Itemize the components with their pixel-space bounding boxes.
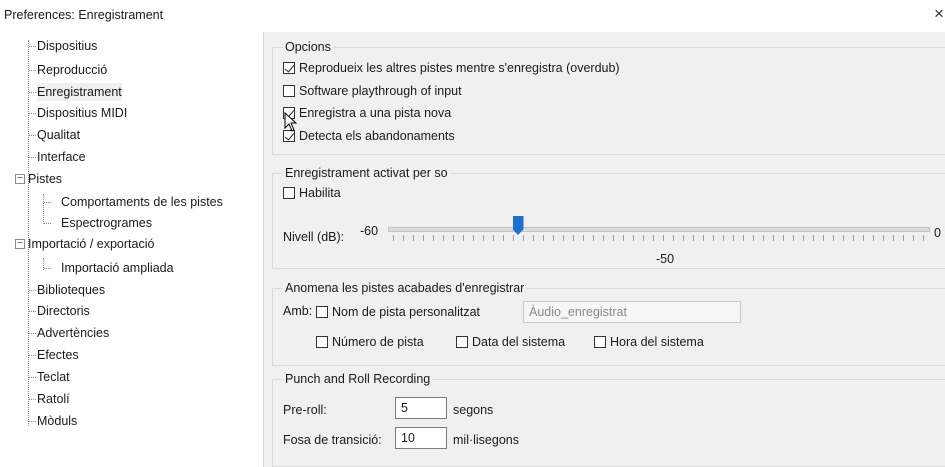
window-title: Preferences: Enregistrament xyxy=(4,8,164,22)
tree-item-ratoli[interactable]: Ratolí xyxy=(37,390,70,408)
tree-item-moduls[interactable]: Mòduls xyxy=(37,412,77,430)
track-number-label: Número de pista xyxy=(332,335,424,349)
system-time-option[interactable]: Hora del sistema xyxy=(594,335,704,349)
tree-item-pistes[interactable]: Pistes xyxy=(28,170,62,188)
tree-item-dispositius[interactable]: Dispositius xyxy=(37,37,97,55)
dropouts-label: Detecta els abandonaments xyxy=(299,129,455,143)
track-number-checkbox[interactable] xyxy=(316,336,328,348)
tree-item-directoris[interactable]: Directoris xyxy=(37,302,90,320)
collapse-icon[interactable]: − xyxy=(15,174,25,184)
naming-group: Anomena les pistes acabades d'enregistra… xyxy=(272,281,945,366)
sound-activated-title: Enregistrament activat per so xyxy=(283,166,450,180)
playthrough-checkbox[interactable] xyxy=(283,85,295,97)
mouse-pointer-icon xyxy=(284,112,298,132)
crossfade-label: Fosa de transició: xyxy=(283,433,382,447)
new-track-label: Enregistra a una pista nova xyxy=(299,106,452,120)
options-group-title: Opcions xyxy=(283,40,333,54)
level-slider-track[interactable] xyxy=(388,227,930,232)
system-date-label: Data del sistema xyxy=(472,335,566,349)
tree-item-teclat[interactable]: Teclat xyxy=(37,368,70,386)
tree-item-importacio-ampliada[interactable]: Importació ampliada xyxy=(61,259,174,277)
custom-name-input[interactable]: Àudio_enregistrat xyxy=(523,301,741,323)
tree-item-reproduccio[interactable]: Reproducció xyxy=(37,61,107,79)
punch-roll-title: Punch and Roll Recording xyxy=(283,372,433,386)
slider-value-label: -50 xyxy=(656,252,675,266)
tree-guide-line xyxy=(43,194,44,224)
level-label: Nivell (dB): xyxy=(283,230,345,244)
tree-item-qualitat[interactable]: Qualitat xyxy=(37,126,80,144)
system-date-checkbox[interactable] xyxy=(456,336,468,348)
preroll-input[interactable]: 5 xyxy=(395,397,447,419)
tree-item-efectes[interactable]: Efectes xyxy=(37,346,79,364)
tree-item-interface[interactable]: Interface xyxy=(37,148,86,166)
overdub-label: Reprodueix les altres pistes mentre s'en… xyxy=(299,61,620,75)
enable-checkbox[interactable] xyxy=(283,187,295,199)
naming-group-title: Anomena les pistes acabades d'enregistra… xyxy=(283,281,527,295)
level-slider-ticks xyxy=(393,235,928,241)
enable-label: Habilita xyxy=(299,186,341,200)
level-slider-thumb[interactable] xyxy=(512,216,524,235)
tree-item-comportaments[interactable]: Comportaments de les pistes xyxy=(61,193,223,211)
with-label: Amb: xyxy=(283,304,313,318)
options-group: Opcions Reprodueix les altres pistes men… xyxy=(272,40,945,155)
enable-option[interactable]: Habilita xyxy=(283,186,341,200)
system-time-label: Hora del sistema xyxy=(610,335,704,349)
preroll-unit: segons xyxy=(453,403,494,417)
tree-item-espectrogrames[interactable]: Espectrogrames xyxy=(61,214,152,232)
tree-item-biblioteques[interactable]: Biblioteques xyxy=(37,281,105,299)
tree-item-dispositius-midi[interactable]: Dispositius MIDI xyxy=(37,104,127,122)
new-track-option[interactable]: Enregistra a una pista nova xyxy=(283,106,451,120)
system-date-option[interactable]: Data del sistema xyxy=(456,335,565,349)
track-number-option[interactable]: Número de pista xyxy=(316,335,424,349)
close-icon[interactable]: × xyxy=(934,4,944,24)
custom-name-label: Nom de pista personalitzat xyxy=(332,305,480,319)
settings-panel: Opcions Reprodueix les altres pistes men… xyxy=(263,32,945,467)
playthrough-label: Software playthrough of input xyxy=(299,84,462,98)
collapse-icon[interactable]: − xyxy=(15,239,25,249)
system-time-checkbox[interactable] xyxy=(594,336,606,348)
preroll-label: Pre-roll: xyxy=(283,403,327,417)
overdub-option[interactable]: Reprodueix les altres pistes mentre s'en… xyxy=(283,61,620,75)
slider-max-label: 0 xyxy=(934,226,941,240)
dropouts-option[interactable]: Detecta els abandonaments xyxy=(283,129,455,143)
overdub-checkbox[interactable] xyxy=(283,62,295,74)
custom-name-checkbox[interactable] xyxy=(316,306,328,318)
tree-guide-line xyxy=(28,40,29,426)
sound-activated-group: Enregistrament activat per so Habilita N… xyxy=(272,166,945,269)
custom-name-option[interactable]: Nom de pista personalitzat xyxy=(316,305,480,319)
tree-item-importacio-exportacio[interactable]: Importació / exportació xyxy=(28,235,154,253)
tree-item-advertencies[interactable]: Advertències xyxy=(37,324,109,342)
preferences-tree: Dispositius Reproducció Enregistrament D… xyxy=(0,32,262,467)
tree-item-enregistrament[interactable]: Enregistrament xyxy=(37,83,122,101)
playthrough-option[interactable]: Software playthrough of input xyxy=(283,84,462,98)
title-bar: Preferences: Enregistrament × xyxy=(0,0,945,30)
slider-min-label: -60 xyxy=(360,224,379,238)
crossfade-unit: mil·lisegons xyxy=(453,433,519,447)
crossfade-input[interactable]: 10 xyxy=(395,427,447,449)
punch-roll-group: Punch and Roll Recording Pre-roll: 5 seg… xyxy=(272,372,945,467)
